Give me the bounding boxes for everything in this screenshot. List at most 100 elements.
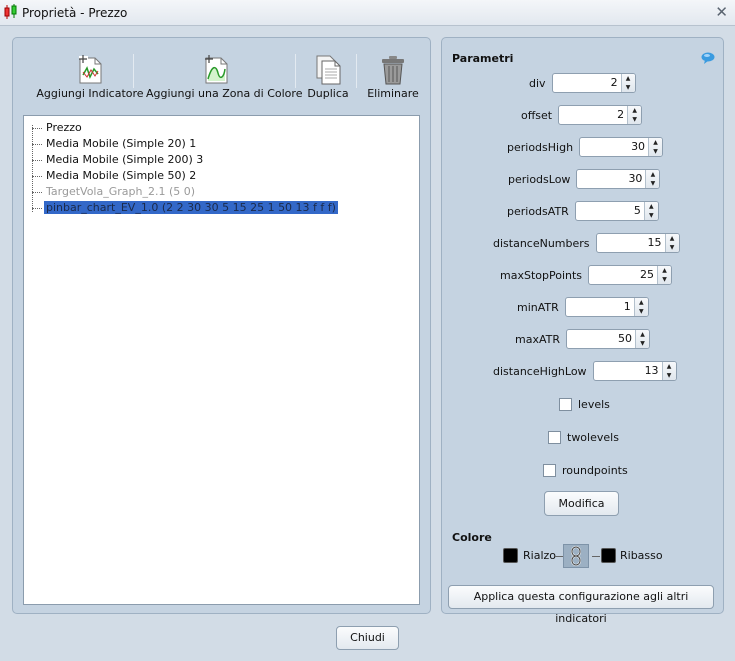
tree-item-label: Prezzo bbox=[46, 121, 82, 134]
param-label: distanceNumbers bbox=[493, 236, 590, 250]
periodshigh-spinner[interactable]: 30 ▲ ▼ bbox=[579, 137, 664, 157]
param-label: periodsHigh bbox=[507, 140, 574, 154]
spinner-up-icon[interactable]: ▲ bbox=[645, 202, 658, 211]
minatr-spinner[interactable]: 1 ▲ ▼ bbox=[564, 297, 649, 317]
tree-item-label: Media Mobile (Simple 200) 3 bbox=[46, 153, 204, 166]
add-indicator-icon bbox=[79, 55, 102, 84]
delete-button[interactable]: Eliminare bbox=[365, 55, 421, 100]
spinner-down-icon[interactable]: ▼ bbox=[622, 83, 635, 92]
tree-item-targetvola[interactable]: TargetVola_Graph_2.1 (5 0) bbox=[32, 184, 197, 200]
spinner-up-icon[interactable]: ▲ bbox=[663, 362, 676, 371]
param-row-minatr: minATR 1 ▲ ▼ bbox=[517, 297, 649, 317]
link-colors-button[interactable] bbox=[563, 544, 589, 568]
param-row-div: div 2 ▲ ▼ bbox=[529, 73, 636, 93]
roundpoints-checkbox[interactable] bbox=[543, 463, 556, 477]
distancenumbers-spinner[interactable]: 15 ▲ ▼ bbox=[595, 233, 680, 253]
parameters-title: Parametri bbox=[452, 52, 514, 65]
spinner-value[interactable]: 30 bbox=[577, 170, 645, 188]
add-color-zone-label: Aggiungi una Zona di Colore bbox=[146, 87, 303, 100]
add-color-zone-icon bbox=[205, 55, 228, 84]
maxatr-spinner[interactable]: 50 ▲ ▼ bbox=[566, 329, 650, 349]
distancehighlow-spinner[interactable]: 13 ▲ ▼ bbox=[592, 361, 677, 381]
candlestick-app-icon bbox=[4, 4, 17, 19]
param-row-maxatr: maxATR 50 ▲ ▼ bbox=[515, 329, 650, 349]
offset-spinner[interactable]: 2 ▲ ▼ bbox=[558, 105, 643, 125]
spinner-value[interactable]: 1 bbox=[566, 298, 634, 316]
spinner-down-icon[interactable]: ▼ bbox=[658, 275, 671, 284]
spinner-down-icon[interactable]: ▼ bbox=[645, 211, 658, 220]
param-label: distanceHighLow bbox=[493, 364, 587, 378]
periodslow-spinner[interactable]: 30 ▲ ▼ bbox=[576, 169, 661, 189]
periodsatr-spinner[interactable]: 5 ▲ ▼ bbox=[574, 201, 659, 221]
spinner-up-icon[interactable]: ▲ bbox=[646, 170, 659, 179]
param-label: periodsLow bbox=[508, 172, 571, 186]
add-indicator-button[interactable]: Aggiungi Indicatore bbox=[30, 55, 150, 100]
apply-config-button[interactable]: Applica questa configurazione agli altri… bbox=[448, 585, 714, 625]
spinner-value[interactable]: 25 bbox=[589, 266, 657, 284]
spinner-value[interactable]: 15 bbox=[597, 234, 665, 252]
twolevels-checkbox-row[interactable]: twolevels bbox=[548, 429, 619, 445]
spinner-value[interactable]: 13 bbox=[594, 362, 662, 380]
indicator-list-panel: Aggiungi Indicatore Aggiungi una Zona di… bbox=[12, 37, 431, 614]
spinner-up-icon[interactable]: ▲ bbox=[635, 298, 648, 307]
param-row-distancehighlow: distanceHighLow 13 ▲ ▼ bbox=[493, 361, 677, 381]
twolevels-checkbox[interactable] bbox=[548, 430, 561, 444]
levels-checkbox-row[interactable]: levels bbox=[559, 396, 610, 412]
tree-item-label: Media Mobile (Simple 20) 1 bbox=[46, 137, 197, 150]
close-button[interactable]: Chiudi bbox=[336, 626, 399, 650]
down-color-swatch[interactable] bbox=[601, 548, 616, 563]
tree-item-prezzo[interactable]: Prezzo bbox=[32, 120, 84, 136]
param-row-periodsatr: periodsATR 5 ▲ ▼ bbox=[507, 201, 659, 221]
param-label: offset bbox=[521, 108, 553, 122]
spinner-up-icon[interactable]: ▲ bbox=[658, 266, 671, 275]
spinner-value[interactable]: 30 bbox=[580, 138, 648, 156]
spinner-up-icon[interactable]: ▲ bbox=[636, 330, 649, 339]
roundpoints-checkbox-row[interactable]: roundpoints bbox=[543, 462, 628, 478]
param-label: periodsATR bbox=[507, 204, 569, 218]
spinner-down-icon[interactable]: ▼ bbox=[636, 339, 649, 348]
add-color-zone-button[interactable]: Aggiungi una Zona di Colore bbox=[146, 55, 303, 100]
param-label: minATR bbox=[517, 300, 559, 314]
trash-icon bbox=[382, 56, 404, 85]
levels-checkbox[interactable] bbox=[559, 397, 572, 411]
duplicate-icon bbox=[316, 55, 341, 85]
title-bar: Proprietà - Prezzo ✕ bbox=[0, 0, 735, 26]
spinner-up-icon[interactable]: ▲ bbox=[622, 74, 635, 83]
param-label: maxATR bbox=[515, 332, 560, 346]
toolbar-separator bbox=[133, 54, 134, 88]
div-spinner[interactable]: 2 ▲ ▼ bbox=[551, 73, 636, 93]
toolbar-separator bbox=[356, 54, 357, 88]
checkbox-label: levels bbox=[578, 397, 610, 411]
spinner-value[interactable]: 2 bbox=[553, 74, 621, 92]
spinner-value[interactable]: 50 bbox=[567, 330, 635, 348]
indicator-tree[interactable]: Prezzo Media Mobile (Simple 20) 1 Media … bbox=[23, 115, 420, 605]
connector-line bbox=[592, 556, 600, 557]
toolbar-separator bbox=[295, 54, 296, 88]
param-row-periodslow: periodsLow 30 ▲ ▼ bbox=[508, 169, 661, 189]
spinner-value[interactable]: 5 bbox=[576, 202, 644, 220]
checkbox-label: twolevels bbox=[567, 430, 619, 444]
spinner-down-icon[interactable]: ▼ bbox=[628, 115, 641, 124]
up-color-label: Rialzo bbox=[523, 549, 556, 562]
maxstoppoints-spinner[interactable]: 25 ▲ ▼ bbox=[588, 265, 673, 285]
spinner-down-icon[interactable]: ▼ bbox=[649, 147, 662, 156]
spinner-up-icon[interactable]: ▲ bbox=[666, 234, 679, 243]
spinner-up-icon[interactable]: ▲ bbox=[649, 138, 662, 147]
spinner-down-icon[interactable]: ▼ bbox=[646, 179, 659, 188]
close-icon[interactable]: ✕ bbox=[715, 4, 728, 20]
param-row-offset: offset 2 ▲ ▼ bbox=[521, 105, 643, 125]
spinner-up-icon[interactable]: ▲ bbox=[628, 106, 641, 115]
spinner-value[interactable]: 2 bbox=[559, 106, 627, 124]
help-bubble-icon[interactable] bbox=[701, 52, 715, 64]
spinner-down-icon[interactable]: ▼ bbox=[635, 307, 648, 316]
spinner-down-icon[interactable]: ▼ bbox=[663, 371, 676, 380]
modify-button[interactable]: Modifica bbox=[544, 491, 619, 516]
duplicate-button[interactable]: Duplica bbox=[303, 55, 353, 100]
tree-item-sma200[interactable]: Media Mobile (Simple 200) 3 bbox=[32, 152, 205, 168]
up-color-swatch[interactable] bbox=[503, 548, 518, 563]
tree-item-sma20[interactable]: Media Mobile (Simple 20) 1 bbox=[32, 136, 198, 152]
tree-item-pinbar[interactable]: pinbar_chart_EV_1.0 (2 2 30 30 5 15 25 1… bbox=[32, 200, 339, 216]
tree-item-sma50[interactable]: Media Mobile (Simple 50) 2 bbox=[32, 168, 198, 184]
window-title: Proprietà - Prezzo bbox=[22, 6, 128, 20]
spinner-down-icon[interactable]: ▼ bbox=[666, 243, 679, 252]
